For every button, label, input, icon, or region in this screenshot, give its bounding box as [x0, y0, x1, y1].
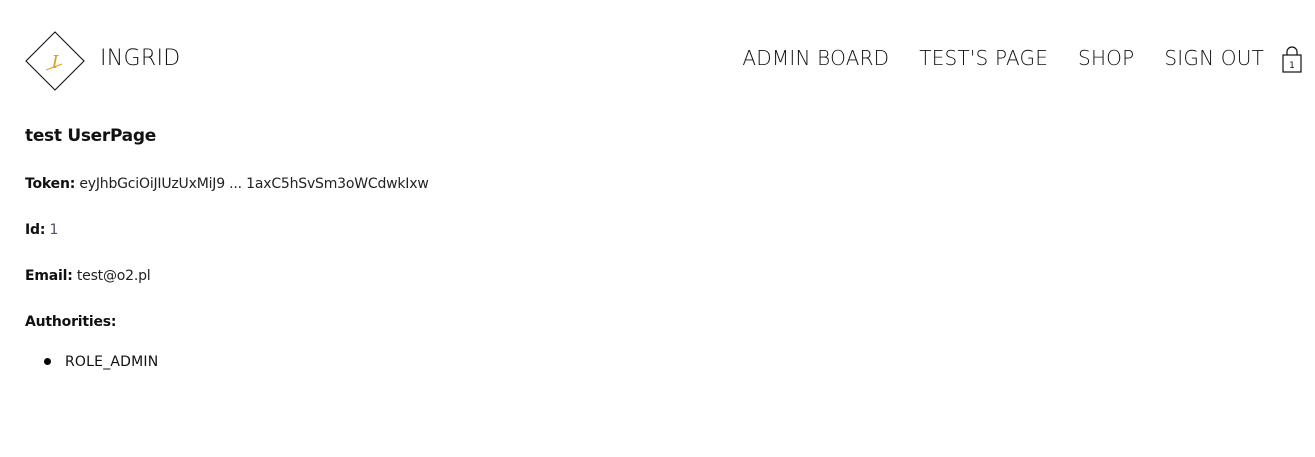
authorities-list: ROLE_ADMIN: [25, 352, 429, 372]
authority-role: ROLE_ADMIN: [65, 354, 159, 370]
cart-button[interactable]: 1: [1281, 46, 1303, 74]
list-item: ROLE_ADMIN: [25, 352, 429, 372]
logo[interactable]: I: [24, 30, 86, 92]
cart-count: 1: [1289, 61, 1295, 71]
main-nav: ADMIN BOARD TEST'S PAGE SHOP SIGN OUT: [742, 46, 1264, 70]
token-value: eyJhbGciOiJIUzUxMiJ9 ... 1axC5hSvSm3oWCd…: [79, 176, 429, 192]
token-row: Token: eyJhbGciOiJIUzUxMiJ9 ... 1axC5hSv…: [25, 174, 429, 194]
header: I INGRID ADMIN BOARD TEST'S PAGE SHOP SI…: [0, 0, 1315, 120]
email-row: Email: test@o2.pl: [25, 266, 429, 286]
page-title: test UserPage: [25, 126, 156, 146]
bullet-icon: [44, 358, 51, 365]
token-label: Token:: [25, 176, 76, 192]
nav-sign-out[interactable]: SIGN OUT: [1164, 46, 1264, 70]
user-page-content: test UserPage Token: eyJhbGciOiJIUzUxMiJ…: [25, 126, 429, 372]
logo-letter: I: [50, 52, 59, 73]
authorities-label: Authorities:: [25, 314, 117, 330]
nav-admin-board[interactable]: ADMIN BOARD: [742, 46, 889, 70]
email-value: test@o2.pl: [76, 268, 151, 284]
nav-tests-page[interactable]: TEST'S PAGE: [919, 46, 1048, 70]
nav-shop[interactable]: SHOP: [1078, 46, 1134, 70]
shopping-bag-icon: 1: [1282, 46, 1302, 73]
authorities-row: Authorities:: [25, 312, 429, 332]
id-label: Id:: [25, 222, 46, 238]
id-row: Id: 1: [25, 220, 429, 240]
brand-name[interactable]: INGRID: [100, 46, 181, 71]
email-label: Email:: [25, 268, 73, 284]
logo-diamond-icon: I: [25, 31, 85, 91]
id-value: 1: [49, 222, 59, 238]
